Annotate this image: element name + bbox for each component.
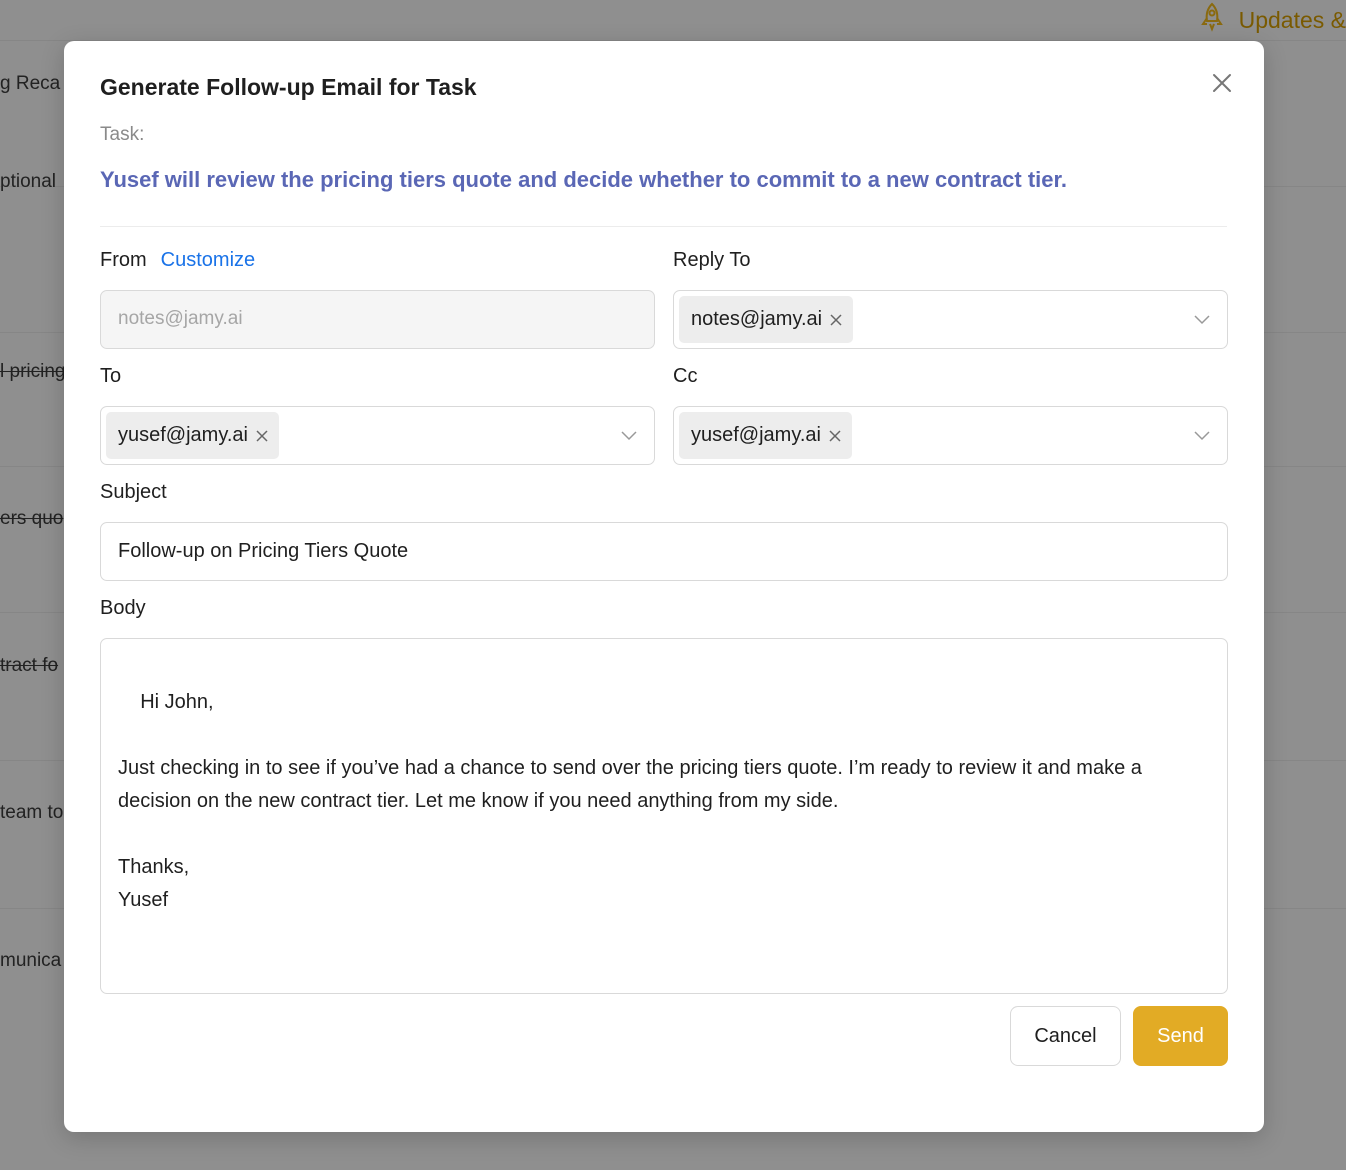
from-placeholder: notes@jamy.ai	[118, 308, 243, 329]
reply-to-label: Reply To	[673, 249, 751, 271]
from-field: notes@jamy.ai	[100, 290, 655, 349]
to-select[interactable]: yusef@jamy.ai	[100, 406, 655, 465]
tag-label: notes@jamy.ai	[691, 308, 823, 330]
bg-row-text: team to	[0, 802, 64, 823]
task-label: Task:	[100, 124, 145, 145]
updates-link[interactable]: Updates &	[1199, 2, 1346, 38]
cancel-button[interactable]: Cancel	[1010, 1006, 1121, 1066]
divider	[100, 226, 1227, 227]
close-icon	[1210, 71, 1234, 95]
task-description: Yusef will review the pricing tiers quot…	[100, 167, 1067, 192]
resize-handle-icon[interactable]	[1210, 976, 1224, 1056]
bg-row-text: ptional	[0, 171, 56, 192]
bg-row-text: munica	[0, 950, 62, 971]
rocket-icon	[1199, 2, 1225, 38]
remove-tag-icon[interactable]	[255, 429, 269, 443]
subject-field	[100, 522, 1228, 581]
close-button[interactable]	[1210, 71, 1234, 95]
body-label: Body	[100, 597, 146, 619]
to-label: To	[100, 365, 122, 387]
cc-select[interactable]: yusef@jamy.ai	[673, 406, 1228, 465]
dialog-title: Generate Follow-up Email for Task	[100, 74, 477, 100]
remove-tag-icon[interactable]	[828, 429, 842, 443]
remove-tag-icon[interactable]	[829, 313, 843, 327]
bg-row-text: l pricing	[0, 361, 66, 382]
from-label: From Customize	[100, 249, 255, 272]
customize-link[interactable]: Customize	[161, 249, 255, 271]
body-textarea[interactable]: Hi John, Just checking in to see if you’…	[100, 638, 1228, 1056]
tag-label: yusef@jamy.ai	[691, 424, 821, 446]
from-label-text: From	[100, 249, 147, 271]
to-tag: yusef@jamy.ai	[106, 412, 279, 459]
body-text: Hi John, Just checking in to see if you’…	[118, 691, 1142, 911]
chevron-down-icon[interactable]	[1193, 310, 1211, 328]
chevron-down-icon[interactable]	[1193, 426, 1211, 444]
tag-label: yusef@jamy.ai	[118, 424, 248, 446]
follow-up-email-dialog: Generate Follow-up Email for Task Task: …	[64, 41, 1264, 1132]
send-button[interactable]: Send	[1133, 1006, 1228, 1066]
cc-label: Cc	[673, 365, 698, 387]
chevron-down-icon[interactable]	[620, 426, 638, 444]
bg-row-text: g Reca	[0, 73, 61, 94]
reply-to-tag: notes@jamy.ai	[679, 296, 854, 343]
updates-label: Updates &	[1238, 6, 1346, 33]
bg-row-text: ers quo	[0, 508, 64, 529]
bg-row-text: tract fo	[0, 655, 59, 676]
cc-tag: yusef@jamy.ai	[679, 412, 852, 459]
subject-input[interactable]	[101, 523, 1227, 580]
reply-to-select[interactable]: notes@jamy.ai	[673, 290, 1228, 349]
subject-label: Subject	[100, 481, 167, 503]
